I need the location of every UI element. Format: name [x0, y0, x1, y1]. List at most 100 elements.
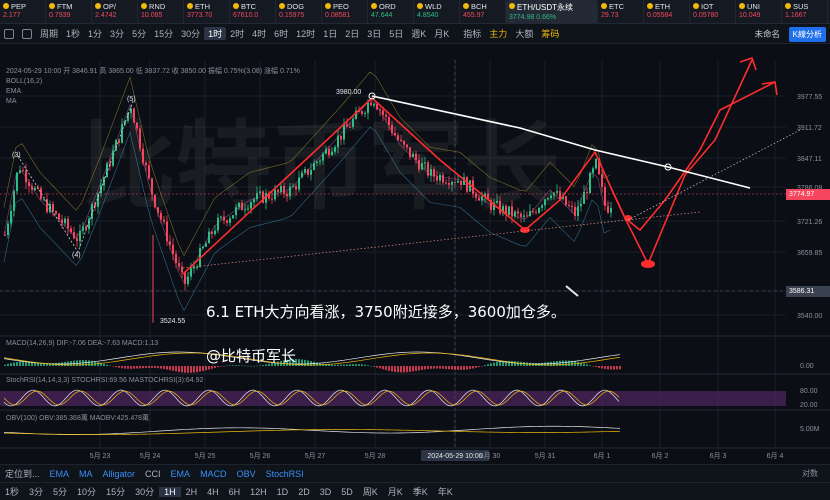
ticker-item[interactable]: PEP 2.177 — [0, 0, 46, 23]
candle-body — [64, 218, 66, 224]
tool-1[interactable]: 主力 — [485, 27, 511, 40]
candle-body — [214, 230, 216, 234]
candle-body — [139, 128, 141, 149]
ticker-item[interactable]: SUS 1.1667 — [782, 0, 828, 23]
bottom-timeframe-14[interactable]: 5D — [336, 487, 358, 497]
ticker-item[interactable]: ETH/USDT永续 3774.98 0.66% — [506, 0, 598, 23]
macd-bar — [481, 366, 483, 367]
candle-body — [415, 153, 417, 160]
candle-body — [115, 140, 117, 151]
tool-2[interactable]: 大额 — [511, 27, 537, 40]
bottom-timeframe-16[interactable]: 月K — [383, 485, 408, 498]
ticker-item[interactable]: UNI 10.049 — [736, 0, 782, 23]
timeframe-17[interactable]: 月K — [430, 27, 453, 40]
macd-bar — [589, 365, 591, 366]
timeframe-0[interactable]: 周期 — [36, 27, 62, 40]
indicator-tab-7[interactable]: OBV — [232, 469, 261, 479]
timeframe-5[interactable]: 15分 — [150, 27, 177, 40]
bottom-timeframe-18[interactable]: 年K — [433, 485, 458, 498]
indicator-tab-2[interactable]: MA — [74, 469, 98, 479]
ticker-item[interactable]: WLD 4.8540 — [414, 0, 460, 23]
ticker-item[interactable]: ORD 47.644 — [368, 0, 414, 23]
timeframe-1[interactable]: 1秒 — [62, 27, 84, 40]
bottom-timeframe-12[interactable]: 2D — [293, 487, 315, 497]
bottom-timeframe-1[interactable]: 3分 — [24, 485, 48, 498]
ticker-item[interactable]: BTC 67610.0 — [230, 0, 276, 23]
candle-body — [16, 172, 18, 192]
candle-body — [556, 191, 558, 193]
indicator-tab-5[interactable]: EMA — [166, 469, 196, 479]
ticker-item[interactable]: IOT 0.05780 — [690, 0, 736, 23]
timeframe-2[interactable]: 1分 — [84, 27, 106, 40]
bottom-timeframe-5[interactable]: 30分 — [130, 485, 159, 498]
candle-body — [331, 151, 333, 156]
bottom-timeframe-11[interactable]: 1D — [272, 487, 294, 497]
indicator-tab-1[interactable]: EMA — [45, 469, 75, 479]
time-tick: 5月 31 — [535, 452, 556, 460]
indicator-tab-4[interactable]: CCI — [140, 469, 166, 479]
macd-bar — [178, 366, 180, 372]
bottom-timeframe-0[interactable]: 1秒 — [0, 485, 24, 498]
bottom-timeframe-3[interactable]: 10分 — [72, 485, 101, 498]
candle-body — [466, 177, 468, 192]
candle-body — [148, 165, 150, 179]
layout-icon[interactable] — [4, 28, 14, 39]
indicator-tab-3[interactable]: Alligator — [98, 469, 141, 479]
ticker-item[interactable]: DOG 0.15975 — [276, 0, 322, 23]
bottom-timeframe-7[interactable]: 2H — [181, 487, 203, 497]
bottom-timeframe-8[interactable]: 4H — [202, 487, 224, 497]
ticker-item[interactable]: BCH 455.97 — [460, 0, 506, 23]
indicator-tab-0[interactable]: 定位到... — [0, 467, 45, 480]
timeframe-9[interactable]: 4时 — [248, 27, 270, 40]
timeframe-16[interactable]: 週K — [407, 27, 430, 40]
timeframe-10[interactable]: 6时 — [270, 27, 292, 40]
bottom-timeframe-9[interactable]: 6H — [224, 487, 246, 497]
log-scale-toggle[interactable]: 对数 — [802, 468, 818, 479]
timeframe-14[interactable]: 3日 — [363, 27, 385, 40]
timeframe-6[interactable]: 30分 — [177, 27, 204, 40]
kline-analysis-button[interactable]: K線分析 — [788, 27, 826, 42]
candle-body — [175, 253, 177, 264]
timeframe-8[interactable]: 2时 — [226, 27, 248, 40]
macd-bar — [604, 366, 606, 369]
bottom-timeframe-15[interactable]: 周K — [358, 485, 383, 498]
timeframe-15[interactable]: 5日 — [385, 27, 407, 40]
indicator-tab-6[interactable]: MACD — [195, 469, 232, 479]
macd-bar — [346, 364, 348, 366]
bottom-timeframe-2[interactable]: 5分 — [48, 485, 72, 498]
timeframe-3[interactable]: 3分 — [106, 27, 128, 40]
bottom-timeframe-13[interactable]: 3D — [315, 487, 337, 497]
macd-bar — [430, 366, 432, 369]
bottom-timeframe-4[interactable]: 15分 — [101, 485, 130, 498]
indicator-tab-8[interactable]: StochRSI — [261, 469, 309, 479]
tool-3[interactable]: 筹码 — [537, 27, 563, 40]
coin-icon — [785, 3, 791, 9]
ticker-item[interactable]: RND 10.085 — [138, 0, 184, 23]
ticker-item[interactable]: OP/2.4742 — [92, 0, 138, 23]
candlestick-chart[interactable]: 比特币军长 3977.553911.723847.113786.083721.2… — [0, 44, 830, 464]
ticker-item[interactable]: ETC 29.73 — [598, 0, 644, 23]
timeframe-12[interactable]: 1日 — [319, 27, 341, 40]
bottom-timeframe-10[interactable]: 12H — [245, 487, 272, 497]
drawing-tools-icon[interactable] — [22, 28, 32, 39]
bottom-timeframe-17[interactable]: 季K — [408, 485, 433, 498]
chart-toolbar: 周期 1秒 1分 3分 5分 15分 30分 1时 2时 4时 6时 12时 1日 2日 3日 5日 週K 月K … — [0, 24, 830, 44]
tool-0[interactable]: 指标 — [459, 27, 485, 40]
ticker-item[interactable]: ETH 3773.70 — [184, 0, 230, 23]
layout-name[interactable]: 未命名 — [754, 28, 780, 40]
bottom-timeframe-6[interactable]: 1H — [159, 486, 181, 497]
candle-body — [274, 189, 276, 200]
timeframe-11[interactable]: 12时 — [292, 27, 319, 40]
timeframe-7[interactable]: 1时 — [204, 27, 227, 40]
timeframe-13[interactable]: 2日 — [341, 27, 363, 40]
ticker-item[interactable]: PEO 0.08581 — [322, 0, 368, 23]
ticker-item[interactable]: ETH 0.05584 — [644, 0, 690, 23]
ticker-item[interactable]: FTM 0.7939 — [46, 0, 92, 23]
coin-icon — [325, 3, 331, 9]
time-tick: 6月 3 — [710, 452, 727, 460]
macd-bar — [88, 360, 90, 366]
ticker-symbol: SUS — [793, 2, 809, 11]
stochrsi-label: StochRSI(14,14,3,3) STOCHRSI:69.56 MASTO… — [6, 377, 204, 384]
macd-bar — [400, 366, 402, 373]
timeframe-4[interactable]: 5分 — [128, 27, 150, 40]
